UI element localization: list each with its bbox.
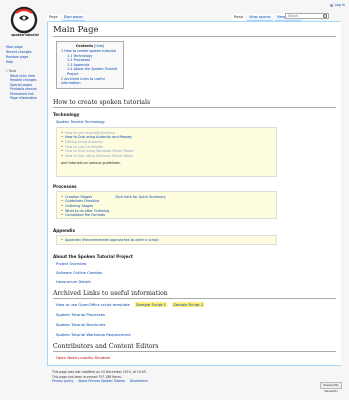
- sidebar: Main page Recent changes Random page Hel…: [6, 45, 46, 100]
- disclaimers-link[interactable]: Disclaimers: [130, 379, 148, 383]
- archived-row: How to use OpenOffice script template Sa…: [56, 302, 336, 308]
- login-label: Log in: [334, 3, 345, 7]
- technology-box: How to use recordMyDesktop How to Dub us…: [56, 126, 277, 177]
- footer-links: Privacy policy About Process Spoken Tuto…: [52, 379, 152, 384]
- list-item[interactable]: Appendix (Recommended approaches to writ…: [61, 238, 272, 243]
- technology-note: and tutorials on various guidelines.: [61, 161, 121, 166]
- spoken-tutorial-logo[interactable]: [4, 5, 44, 45]
- sample-script-1-link[interactable]: Sample Script 1: [135, 302, 168, 308]
- search-icon[interactable]: [323, 13, 327, 18]
- toc-hide-link[interactable]: [hide]: [94, 44, 104, 48]
- section-heading-create: How to create spoken tutorials: [53, 99, 336, 108]
- about-link[interactable]: Software Outline Creation: [56, 271, 336, 275]
- toc-item[interactable]: 1 How to create spoken tutorials: [61, 49, 119, 54]
- powered-by-mediawiki-badge[interactable]: Powered By MediaWiki: [320, 382, 342, 393]
- namespace-tabs: Page Discussion: [47, 14, 87, 21]
- tab-page[interactable]: Page: [47, 14, 60, 21]
- toc-title: Contents: [75, 44, 94, 48]
- toc-header: Contents [hide]: [61, 44, 119, 48]
- quick-summary-link[interactable]: Click here for Quick Summary: [115, 195, 166, 199]
- tools-heading-label: Tools: [8, 69, 17, 73]
- technology-link[interactable]: Spoken Tutorial Technology: [56, 120, 336, 124]
- tab-read[interactable]: Read: [232, 14, 246, 21]
- archived-link[interactable]: Spoken Tutorial Processes: [56, 312, 336, 317]
- about-link[interactable]: About Process Spoken Tutorial: [78, 379, 125, 383]
- appendix-heading: Appendix: [53, 227, 76, 233]
- logo-text: spoken-tutorial: [11, 33, 39, 37]
- openoffice-template-link[interactable]: How to use OpenOffice script template: [56, 302, 130, 307]
- login-link[interactable]: Log in: [330, 3, 345, 7]
- toc-item[interactable]: 1.4 About the Spoken Tutorial Project: [61, 67, 119, 76]
- contributors-link[interactable]: Open Neeru-madhu Shudem: [56, 355, 336, 360]
- appendix-box: Appendix (Recommended approaches to writ…: [56, 234, 277, 246]
- technology-heading: Technology: [53, 111, 80, 117]
- about-heading: About the Spoken Tutorial Project: [53, 254, 133, 260]
- about-link[interactable]: Project Overview: [56, 262, 336, 266]
- section-heading-contributors: Contributors and Content Editors: [53, 343, 336, 353]
- user-icon: [330, 3, 334, 7]
- processes-heading: Processes: [53, 183, 77, 189]
- sidebar-item-help[interactable]: Help: [6, 60, 46, 65]
- about-link[interactable]: Honorarium Details: [56, 280, 336, 284]
- page-title: Main Page: [53, 25, 336, 37]
- footer-last-modified: This page was last modified on 24 Decemb…: [52, 370, 147, 374]
- list-item[interactable]: How to Edit using Windows Movie Maker: [61, 154, 272, 159]
- sample-script-2-link[interactable]: Sample Script 2: [172, 302, 205, 308]
- tab-discussion[interactable]: Discussion: [61, 14, 85, 21]
- archived-link[interactable]: Spoken Tutorial Brochures: [56, 322, 336, 327]
- section-heading-archived: Archived Links to useful information: [53, 290, 336, 300]
- table-of-contents: Contents [hide] 1 How to create spoken t…: [56, 41, 124, 89]
- tab-view-source[interactable]: View source: [247, 14, 273, 21]
- toc-item[interactable]: 2 Archived Links to useful information: [61, 77, 119, 86]
- privacy-policy-link[interactable]: Privacy policy: [52, 379, 73, 383]
- archived-link[interactable]: Spoken Tutorial Workshop Requirement: [56, 332, 336, 337]
- footer: This page was last modified on 24 Decemb…: [52, 370, 152, 384]
- sidebar-item-page-information[interactable]: Page information: [6, 96, 46, 100]
- main-content: Main Page Contents [hide] 1 How to creat…: [47, 21, 341, 366]
- processes-box: Creation Stages Guidelines Checklist Out…: [56, 190, 277, 219]
- list-item[interactable]: Completed File Formats: [61, 213, 272, 218]
